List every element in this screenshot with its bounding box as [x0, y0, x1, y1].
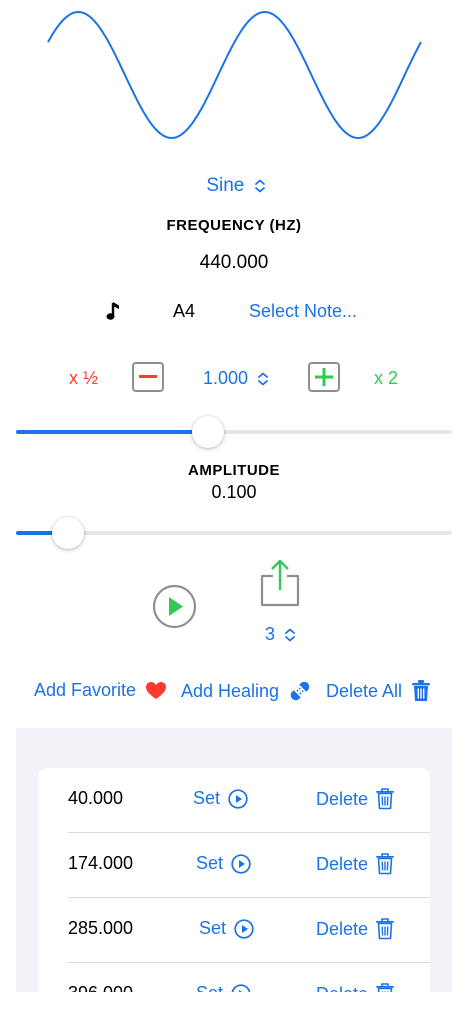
play-circle-icon — [231, 853, 251, 874]
delete-favorite-button[interactable]: Delete — [316, 983, 395, 993]
delete-all-button[interactable]: Delete All — [326, 680, 431, 702]
delete-favorite-button[interactable]: Delete — [316, 918, 395, 940]
waveform-type-selector[interactable]: Sine — [0, 175, 472, 197]
frequency-slider-knob[interactable] — [191, 416, 224, 448]
frequency-slider-fill — [16, 430, 208, 434]
delete-label: Delete — [316, 788, 369, 809]
set-label: Set — [193, 788, 221, 808]
set-label: Set — [199, 918, 227, 938]
heart-icon — [146, 681, 167, 699]
waveform-display — [47, 10, 422, 140]
favorite-row: 174.000 Set Delete — [68, 833, 430, 898]
note-name: A4 — [173, 301, 196, 321]
amplitude-slider-knob[interactable] — [52, 517, 85, 549]
trash-fill-icon — [412, 680, 431, 701]
chevron-up-down-icon — [285, 628, 295, 642]
play-button[interactable] — [152, 584, 197, 629]
set-favorite-button[interactable]: Set — [196, 853, 251, 874]
favorite-row: 285.000 Set Delete — [68, 898, 430, 963]
delete-label: Delete — [316, 853, 369, 874]
favorites-card: 40.000 Set Delete 174.000 Set Delete 285… — [38, 768, 430, 992]
favorite-frequency: 40.000 — [68, 788, 124, 808]
count-selector[interactable]: 3 — [265, 624, 296, 645]
amplitude-value[interactable]: 0.100 — [0, 482, 468, 503]
select-note-button[interactable]: Select Note... — [249, 301, 357, 322]
delete-label: Delete — [316, 984, 368, 993]
trash-icon — [376, 788, 395, 810]
waveform-type-label: Sine — [206, 175, 245, 196]
favorite-frequency: 285.000 — [68, 918, 134, 938]
trash-icon — [376, 918, 395, 940]
favorite-row: 396.000 Set Delete — [68, 963, 430, 992]
add-healing-label: Add Healing — [181, 680, 280, 701]
trash-icon — [376, 853, 395, 875]
decrement-button[interactable] — [132, 362, 164, 392]
favorite-row: 40.000 Set Delete — [68, 768, 430, 833]
chevron-up-down-icon — [254, 179, 265, 193]
count-value: 3 — [265, 624, 276, 644]
minus-icon — [139, 375, 157, 378]
music-note-icon — [106, 302, 119, 320]
set-label: Set — [196, 853, 224, 873]
play-circle-icon — [234, 918, 254, 939]
delete-favorite-button[interactable]: Delete — [316, 788, 395, 810]
set-favorite-button[interactable]: Set — [193, 788, 248, 809]
delete-label: Delete — [316, 918, 369, 939]
add-favorite-label: Add Favorite — [34, 680, 137, 700]
increment-button[interactable] — [308, 362, 340, 392]
set-favorite-button[interactable]: Set — [199, 918, 254, 939]
half-frequency-button[interactable]: x ½ — [69, 368, 98, 389]
set-label: Set — [196, 983, 223, 992]
multiplier-value: 1.000 — [203, 368, 249, 388]
add-healing-button[interactable]: Add Healing — [181, 680, 311, 702]
bandage-icon — [290, 681, 310, 701]
chevron-up-down-icon — [258, 372, 268, 386]
delete-all-label: Delete All — [326, 680, 403, 701]
favorite-frequency: 174.000 — [68, 853, 134, 873]
multiplier-selector[interactable]: 1.000 — [203, 368, 269, 389]
trash-icon — [376, 983, 395, 992]
share-button[interactable] — [259, 558, 301, 608]
plus-icon — [315, 368, 333, 386]
double-frequency-button[interactable]: x 2 — [374, 368, 398, 389]
play-icon — [169, 597, 183, 616]
play-circle-icon — [228, 788, 248, 809]
favorites-list[interactable]: 40.000 Set Delete 174.000 Set Delete 285… — [16, 728, 452, 992]
frequency-label: FREQUENCY (HZ) — [166, 217, 302, 234]
add-favorite-button[interactable]: Add Favorite — [34, 680, 167, 701]
play-circle-icon — [231, 983, 251, 992]
frequency-value[interactable]: 440.000 — [0, 252, 468, 274]
delete-favorite-button[interactable]: Delete — [316, 853, 395, 875]
amplitude-label: AMPLITUDE — [188, 462, 280, 479]
favorite-frequency: 396.000 — [68, 983, 133, 992]
set-favorite-button[interactable]: Set — [196, 983, 251, 992]
